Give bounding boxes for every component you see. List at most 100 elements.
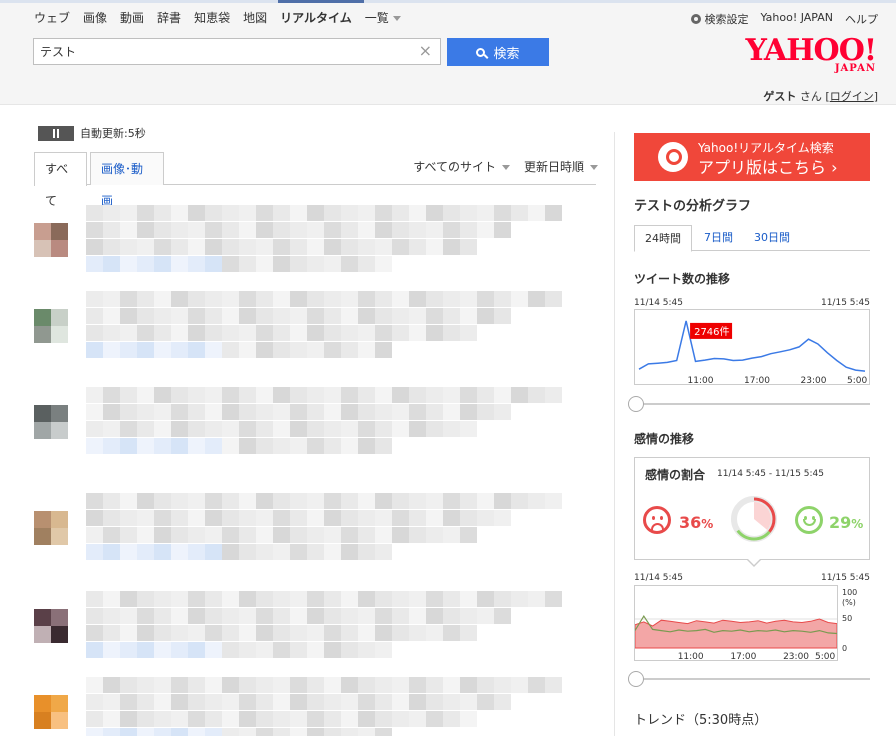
text-blur (494, 404, 511, 420)
tab-30d[interactable]: 30日間 (744, 225, 800, 251)
text-blur (120, 421, 137, 437)
text-blur (494, 222, 511, 238)
text-blur (477, 510, 494, 526)
text-blur (222, 256, 239, 272)
text-blur (239, 677, 256, 693)
nav-more[interactable]: 一覧 (365, 9, 401, 26)
nav-web[interactable]: ウェブ (34, 9, 70, 26)
text-blur (460, 510, 477, 526)
emotion-yaxis: 100 (%) 50 0 (842, 588, 857, 654)
text-blur (341, 608, 358, 624)
text-blur (545, 591, 562, 607)
text-blur (545, 493, 562, 509)
search-button[interactable]: 検索 (447, 38, 549, 66)
text-blur (86, 438, 103, 454)
text-blur (205, 421, 222, 437)
text-blur (545, 387, 562, 403)
tab-7d[interactable]: 7日間 (694, 225, 743, 251)
nav-chiebukuro[interactable]: 知恵袋 (194, 9, 230, 26)
yahoo-japan-link[interactable]: Yahoo! JAPAN (760, 11, 833, 27)
text-blur (239, 239, 256, 255)
avatar-blur (51, 528, 68, 545)
text-blur (307, 256, 324, 272)
text-blur (273, 694, 290, 710)
emotion-time-slider[interactable] (628, 671, 870, 687)
tab-images-video[interactable]: 画像･動画 (90, 152, 164, 208)
chevron-down-icon (590, 165, 598, 170)
slider-handle[interactable] (628, 671, 644, 687)
app-banner[interactable]: Yahoo!リアルタイム検索 アプリ版はこちら › (634, 133, 870, 181)
text-blur (205, 342, 222, 358)
nav-images[interactable]: 画像 (83, 9, 107, 26)
text-blur (358, 205, 375, 221)
avatar-blur (34, 223, 51, 240)
text-blur (188, 642, 205, 658)
header: ウェブ 画像 動画 辞書 知恵袋 地図 リアルタイム 一覧 検索設定 Yahoo… (0, 3, 896, 105)
text-blur (154, 728, 171, 736)
tab-24h[interactable]: 24時間 (634, 225, 692, 252)
text-blur (290, 728, 307, 736)
text-blur (86, 493, 103, 509)
text-blur (375, 694, 392, 710)
text-blur (290, 342, 307, 358)
avatar-blur (51, 223, 68, 240)
text-blur (358, 493, 375, 509)
sort-dropdown[interactable]: 更新日時順 (524, 158, 598, 175)
text-blur (137, 222, 154, 238)
text-blur (528, 205, 545, 221)
text-blur (205, 291, 222, 307)
text-blur (307, 591, 324, 607)
clear-icon[interactable]: × (419, 42, 432, 60)
text-blur (154, 291, 171, 307)
text-blur (341, 527, 358, 543)
text-blur (375, 625, 392, 641)
login-link[interactable]: ログイン (830, 90, 874, 103)
nav-realtime[interactable]: リアルタイム (280, 9, 352, 26)
text-blur (307, 728, 324, 736)
tweet-time-slider[interactable] (628, 396, 870, 412)
peak-label: 2746件 (694, 326, 729, 338)
nav-map[interactable]: 地図 (243, 9, 267, 26)
text-blur (86, 404, 103, 420)
text-blur (273, 421, 290, 437)
search-settings-link[interactable]: 検索設定 (691, 11, 748, 27)
emotion-heading: 感情の推移 (634, 432, 695, 446)
search-input[interactable] (34, 39, 404, 64)
text-blur (120, 404, 137, 420)
text-blur (205, 404, 222, 420)
text-blur (273, 325, 290, 341)
yahoo-logo[interactable]: YAHOO! JAPAN (745, 36, 877, 75)
pause-icon[interactable] (38, 125, 74, 141)
text-blur (154, 694, 171, 710)
nav-dictionary[interactable]: 辞書 (157, 9, 181, 26)
text-blur (358, 625, 375, 641)
text-blur (188, 677, 205, 693)
text-blur (188, 404, 205, 420)
text-blur (358, 711, 375, 727)
text-blur (86, 608, 103, 624)
text-blur (460, 527, 477, 543)
slider-handle[interactable] (628, 396, 644, 412)
emotion-ratio-panel: 感情の割合 11/14 5:45 - 11/15 5:45 36% 29% (634, 457, 870, 560)
text-blur (409, 325, 426, 341)
text-blur (324, 438, 341, 454)
text-blur (477, 291, 494, 307)
banner-line2: アプリ版はこちら › (698, 158, 838, 177)
text-blur (307, 694, 324, 710)
text-blur (528, 291, 545, 307)
text-blur (86, 387, 103, 403)
tab-all[interactable]: すべて (34, 152, 87, 208)
text-blur (137, 325, 154, 341)
text-blur (426, 387, 443, 403)
help-link[interactable]: ヘルプ (845, 11, 878, 27)
avatar-blur (34, 405, 51, 422)
negative-area (634, 618, 838, 649)
text-blur (256, 544, 273, 560)
site-filter-dropdown[interactable]: すべてのサイト (413, 158, 510, 175)
text-blur (443, 421, 460, 437)
text-blur (341, 728, 358, 736)
text-blur (392, 493, 409, 509)
text-blur (256, 677, 273, 693)
text-blur (171, 677, 188, 693)
nav-video[interactable]: 動画 (120, 9, 144, 26)
